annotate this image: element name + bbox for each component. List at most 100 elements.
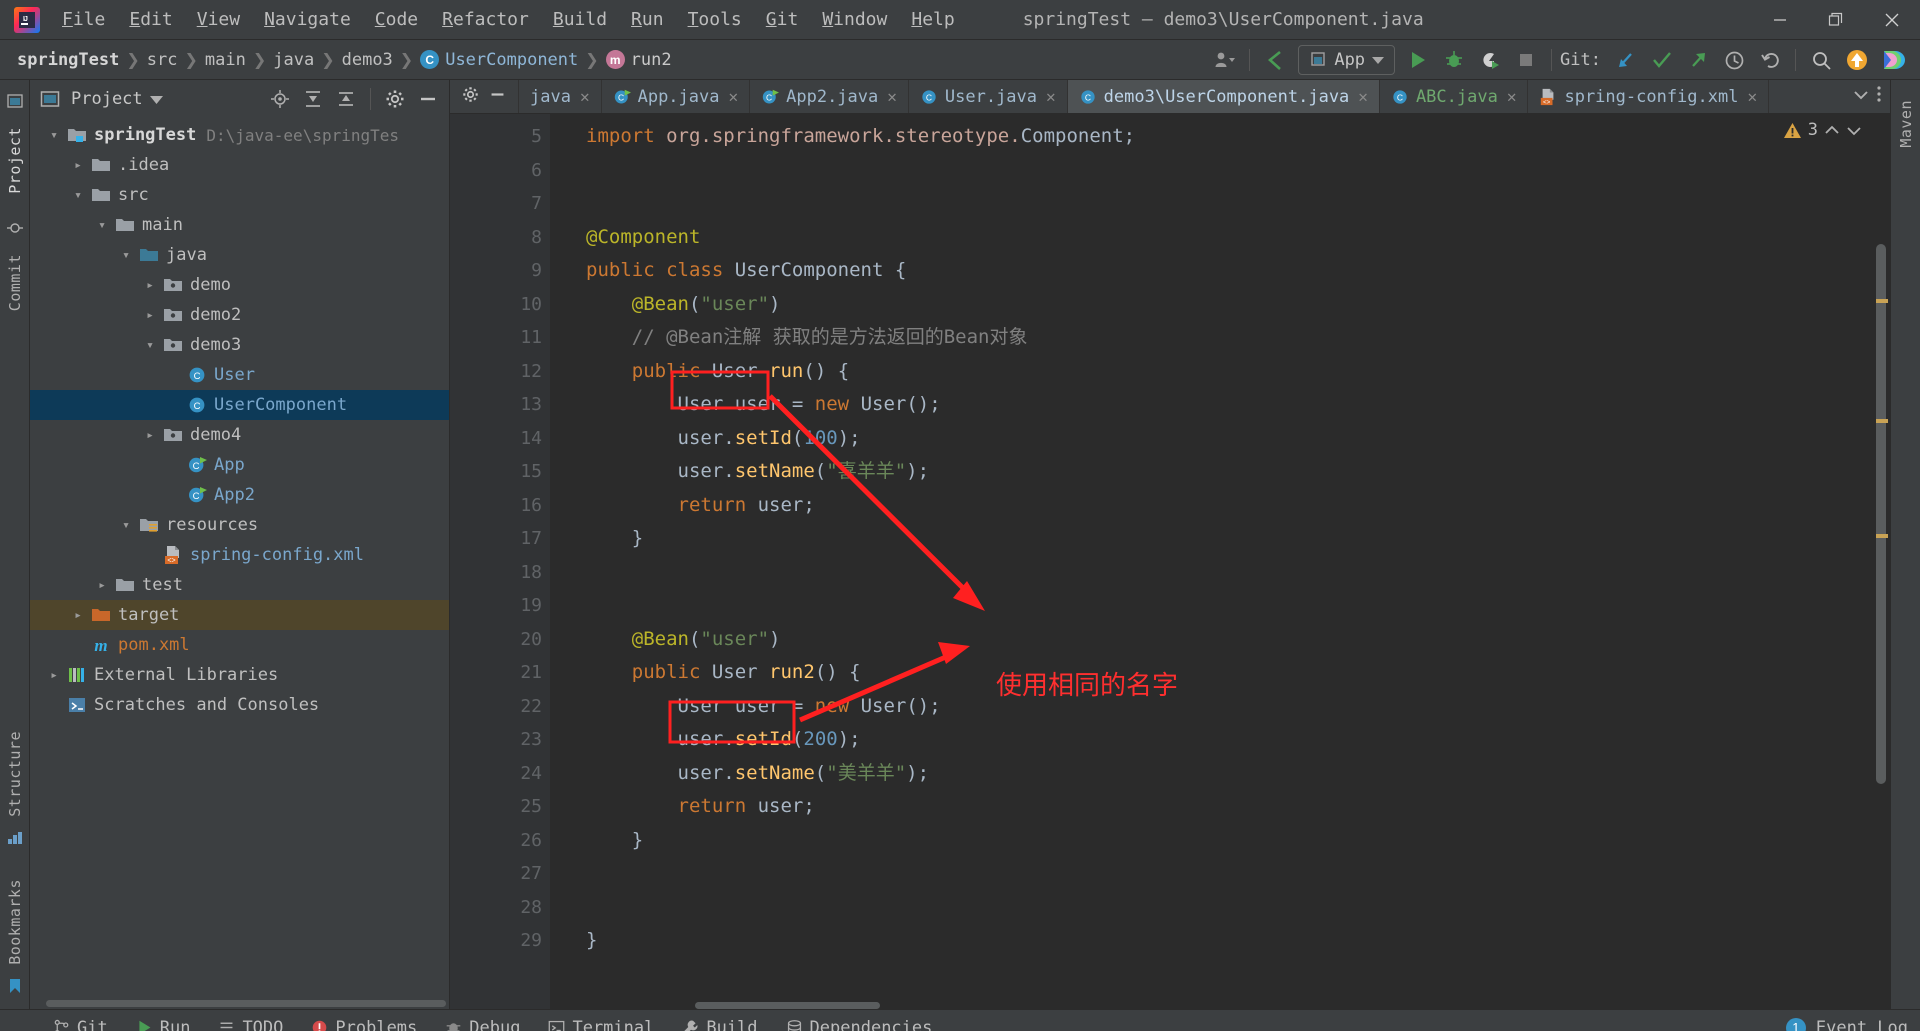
gutter-line-27[interactable]: 27 <box>450 857 550 891</box>
run-button[interactable] <box>1401 44 1435 76</box>
tree-item-app[interactable]: C App <box>30 450 449 480</box>
editor-tab-app-java[interactable]: C App.java ✕ <box>602 80 751 113</box>
gutter-line-8[interactable]: 8 <box>450 221 550 255</box>
gutter-line-11[interactable]: 11 <box>450 321 550 355</box>
code-line-20[interactable]: @Bean("user") <box>586 623 1868 657</box>
gutter-line-24[interactable]: 24 <box>450 757 550 791</box>
breadcrumb-java[interactable]: java <box>270 48 317 72</box>
tree-item-demo4[interactable]: ▸ demo4 <box>30 420 449 450</box>
sidebar-item-bookmarks[interactable]: Bookmarks <box>3 871 27 973</box>
code-line-28[interactable] <box>586 891 1868 925</box>
gutter-line-10[interactable]: 10 <box>450 288 550 322</box>
gutter-line-14[interactable]: 14 <box>450 422 550 456</box>
close-tab-icon[interactable]: ✕ <box>1747 87 1757 106</box>
tree-item--idea[interactable]: ▸ .idea <box>30 150 449 180</box>
chevron-right-icon[interactable]: ▸ <box>140 278 160 293</box>
gutter-line-23[interactable]: 23 <box>450 723 550 757</box>
gutter-line-13[interactable]: 13 <box>450 388 550 422</box>
close-tab-icon[interactable]: ✕ <box>1358 87 1368 106</box>
editor-tab-user-java[interactable]: C User.java ✕ <box>909 80 1068 113</box>
chevron-down-icon[interactable]: ▾ <box>68 188 88 203</box>
close-tab-icon[interactable]: ✕ <box>1046 87 1056 106</box>
gutter-line-26[interactable]: 26 <box>450 824 572 858</box>
gutter-line-20[interactable]: 20 <box>450 623 571 657</box>
code-line-27[interactable] <box>586 857 1868 891</box>
git-commit-icon[interactable] <box>1645 44 1679 76</box>
chevron-down-icon[interactable] <box>149 95 163 104</box>
menu-tools[interactable]: Tools <box>676 5 754 34</box>
menu-run[interactable]: Run <box>619 5 676 34</box>
code-line-18[interactable] <box>586 556 1868 590</box>
tree-item-demo3[interactable]: ▾ demo3 <box>30 330 449 360</box>
editor-gutter[interactable]: 5 6 7 8 9 10 11 12 13 14 15 16 17 18 19 20 21 22 23 24 25 26 2… <box>450 114 572 1009</box>
sidebar-item-maven[interactable]: Maven <box>1894 92 1918 156</box>
project-panel-horizontal-scrollbar[interactable] <box>46 1000 446 1007</box>
menu-file[interactable]: File <box>50 5 117 34</box>
menu-view[interactable]: View <box>185 5 252 34</box>
chevron-down-icon[interactable]: ▾ <box>116 518 136 533</box>
breadcrumb-demo3[interactable]: demo3 <box>339 48 396 72</box>
tree-item-spring-config-xml[interactable]: <> spring-config.xml <box>30 540 449 570</box>
code-line-12[interactable]: public User run() { <box>586 355 1868 389</box>
close-tab-icon[interactable]: ✕ <box>1507 87 1517 106</box>
tree-item-external-libraries[interactable]: ▸ External Libraries <box>30 660 449 690</box>
gutter-line-6[interactable]: 6 <box>450 154 570 188</box>
chevron-down-icon[interactable]: ▾ <box>116 248 136 263</box>
code-line-6[interactable] <box>586 154 1868 188</box>
code-line-13[interactable]: User user = new User(); <box>586 388 1868 422</box>
ide-icon[interactable] <box>1876 44 1910 76</box>
gutter-line-17[interactable]: 17 <box>450 522 572 556</box>
menu-help[interactable]: Help <box>899 5 966 34</box>
editor-horizontal-scrollbar[interactable] <box>695 1002 880 1009</box>
inspection-marker[interactable] <box>1876 419 1888 423</box>
code-line-16[interactable]: return user; <box>586 489 1868 523</box>
tree-item-app2[interactable]: C App2 <box>30 480 449 510</box>
tool-window-debug[interactable]: Debug <box>432 1014 533 1031</box>
gutter-line-12[interactable]: 12 <box>450 355 572 389</box>
profile-icon[interactable] <box>1207 44 1241 76</box>
sidebar-item-structure[interactable]: Structure <box>3 723 27 825</box>
code-line-10[interactable]: @Bean("user") <box>586 288 1868 322</box>
tool-window-dependencies[interactable]: Dependencies <box>773 1014 946 1031</box>
code-line-7[interactable] <box>586 187 1868 221</box>
code-line-26[interactable]: } <box>586 824 1868 858</box>
search-everywhere-icon[interactable] <box>1804 44 1838 76</box>
gutter-line-25[interactable]: 25 <box>450 790 550 824</box>
hide-panel-icon[interactable] <box>413 85 443 113</box>
editor-vertical-scrollbar[interactable] <box>1876 244 1886 784</box>
inspection-marker[interactable] <box>1876 534 1888 538</box>
menu-navigate[interactable]: Navigate <box>252 5 363 34</box>
code-line-19[interactable] <box>586 589 1868 623</box>
settings-gear-icon[interactable] <box>380 85 410 113</box>
code-line-17[interactable]: } <box>586 522 1868 556</box>
code-line-8[interactable]: @Component <box>586 221 1868 255</box>
tree-item-springtest[interactable]: ▾ springTest D:\java-ee\springTes <box>30 120 449 150</box>
menu-edit[interactable]: Edit <box>117 5 184 34</box>
menu-window[interactable]: Window <box>810 5 899 34</box>
code-line-23[interactable]: user.setId(200); <box>586 723 1868 757</box>
chevron-right-icon[interactable]: ▸ <box>68 608 88 623</box>
chevron-right-icon[interactable]: ▸ <box>92 578 112 593</box>
chevron-down-icon[interactable] <box>1852 88 1870 106</box>
code-line-25[interactable]: return user; <box>586 790 1868 824</box>
breadcrumb-run2[interactable]: m run2 <box>603 48 675 72</box>
gutter-line-15[interactable]: 15 <box>450 455 550 489</box>
tree-item-demo2[interactable]: ▸ demo2 <box>30 300 449 330</box>
back-arrow-icon[interactable] <box>1258 44 1292 76</box>
git-rollback-icon[interactable] <box>1753 44 1787 76</box>
chevron-down-icon[interactable]: ▾ <box>44 128 64 143</box>
minimize-button[interactable] <box>1752 0 1808 40</box>
git-push-icon[interactable] <box>1681 44 1715 76</box>
editor-tab-demo3-usercomponent-java[interactable]: Cdemo3\UserComponent.java ✕ <box>1067 80 1380 113</box>
breadcrumb-UserComponent[interactable]: C UserComponent <box>417 48 581 72</box>
tool-window-build[interactable]: Build <box>669 1014 770 1031</box>
inspection-marker-strip[interactable] <box>1868 114 1890 1009</box>
editor-tab-abc-java[interactable]: C ABC.java ✕ <box>1380 80 1529 113</box>
run-with-coverage-button[interactable] <box>1473 44 1507 76</box>
tool-window-problems[interactable]: Problems <box>298 1014 430 1031</box>
run-configuration-selector[interactable]: App <box>1298 45 1396 75</box>
gutter-line-28[interactable]: 28 <box>450 891 550 925</box>
tool-window-terminal[interactable]: Terminal <box>535 1014 667 1031</box>
editor-tab-spring-config-xml[interactable]: <> spring-config.xml ✕ <box>1528 80 1770 113</box>
sidebar-item-commit[interactable]: Commit <box>3 246 27 319</box>
